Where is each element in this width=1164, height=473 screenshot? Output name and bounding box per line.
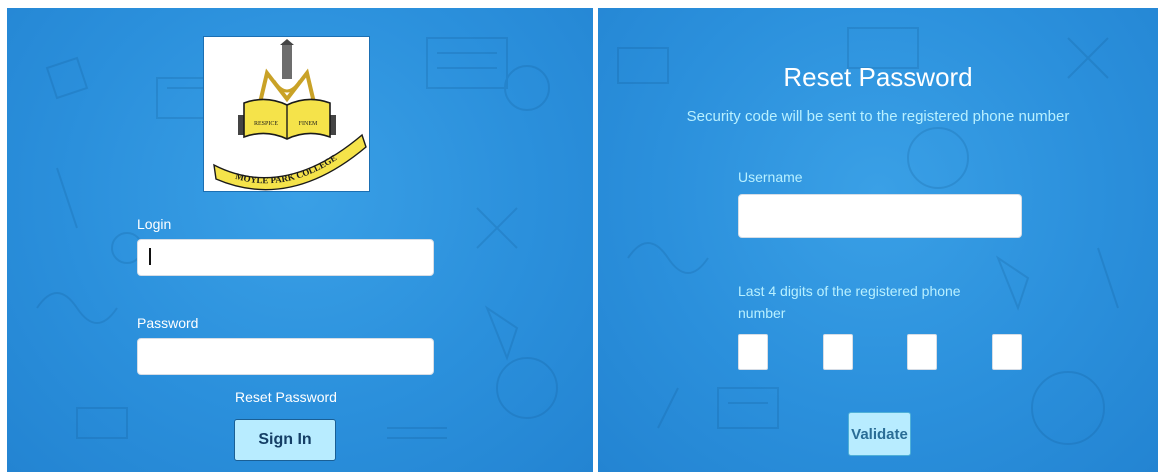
password-label: Password [137,315,199,331]
reset-password-panel: Reset Password Security code will be sen… [598,8,1158,472]
login-label: Login [137,216,172,232]
reset-title: Reset Password [783,62,973,92]
phone-digit-4[interactable] [992,334,1022,370]
phone-digit-2[interactable] [823,334,853,370]
phone-digits-label: Last 4 digits of the registered phone nu… [738,283,961,321]
login-panel: RESPICE FINEM MOYLE PARK COLLEGE Login P… [7,8,593,472]
phone-digit-1[interactable] [738,334,768,370]
school-logo: RESPICE FINEM MOYLE PARK COLLEGE [203,36,370,192]
password-input[interactable] [137,338,434,375]
logo-motto-left: RESPICE [254,121,278,127]
username-label: Username [738,169,803,185]
reset-subtitle: Security code will be sent to the regist… [686,108,1070,125]
school-crest-icon: RESPICE FINEM MOYLE PARK COLLEGE [213,39,367,191]
reset-password-link[interactable]: Reset Password [216,389,356,405]
sign-in-button[interactable]: Sign In [234,419,336,461]
login-input[interactable] [137,239,434,276]
login-field-wrapper [137,239,434,276]
logo-school-name: MOYLE PARK COLLEGE [234,153,338,186]
text-cursor [149,248,151,265]
validate-button[interactable]: Validate [848,412,911,456]
phone-digit-3[interactable] [907,334,937,370]
logo-motto-right: FINEM [299,121,318,127]
username-input[interactable] [738,194,1022,238]
